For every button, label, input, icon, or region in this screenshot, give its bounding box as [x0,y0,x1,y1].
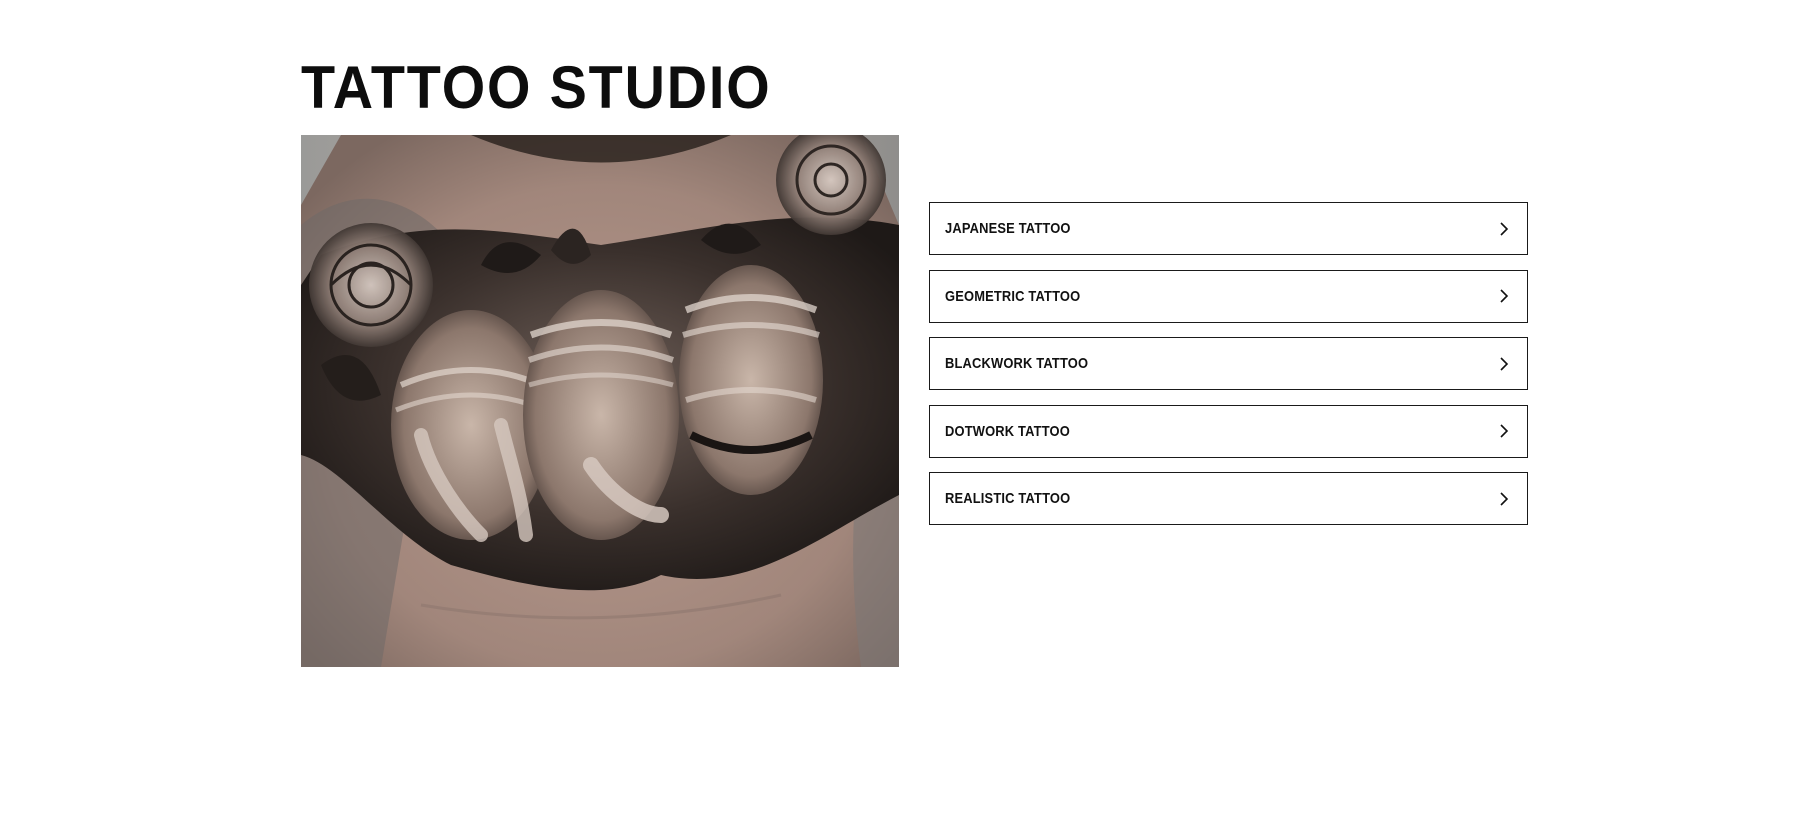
category-label: REALISTIC TATTOO [945,490,1071,507]
chevron-right-icon [1496,221,1512,237]
category-label: BLACKWORK TATTOO [945,355,1089,372]
category-item-japanese[interactable]: JAPANESE TATTOO [929,202,1528,255]
category-label: GEOMETRIC TATTOO [945,287,1081,305]
chevron-right-icon [1496,288,1512,304]
chevron-right-icon [1496,423,1512,439]
page-title: TATTOO STUDIO [301,54,772,121]
figure-center [523,290,679,540]
category-list: JAPANESE TATTOO GEOMETRIC TATTOO BLACKWO… [929,202,1528,540]
category-label: DOTWORK TATTOO [945,422,1070,440]
category-item-blackwork[interactable]: BLACKWORK TATTOO [929,337,1528,390]
tattoo-photo-illustration [301,135,899,667]
category-item-geometric[interactable]: GEOMETRIC TATTOO [929,269,1528,323]
figure-right [679,265,823,495]
category-label: JAPANESE TATTOO [945,220,1071,237]
tattoo-photo [301,135,899,667]
chevron-right-icon [1496,491,1512,507]
category-item-dotwork[interactable]: DOTWORK TATTOO [929,404,1528,458]
category-item-realistic[interactable]: REALISTIC TATTOO [929,472,1528,525]
chevron-right-icon [1496,356,1512,372]
rose-left [309,223,433,347]
